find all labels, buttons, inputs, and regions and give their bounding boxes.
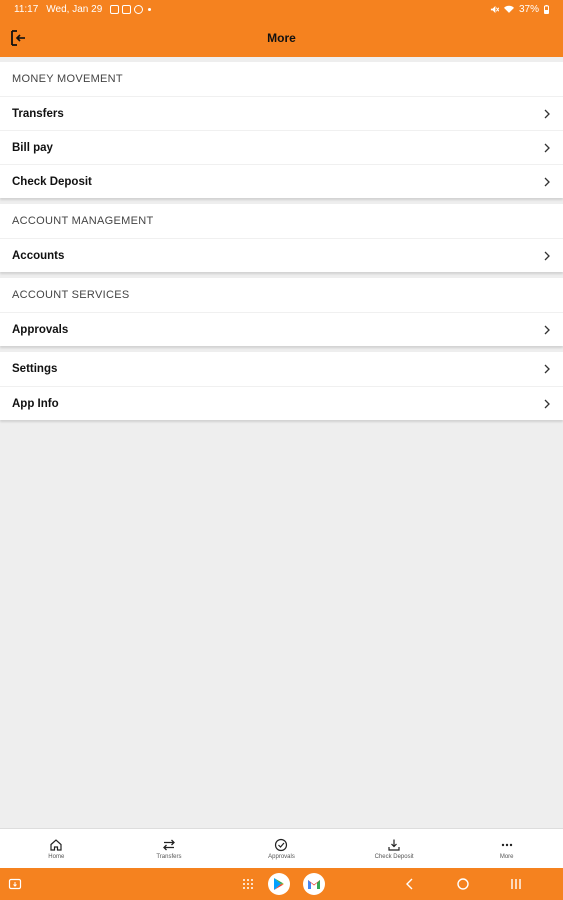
menu-item-settings[interactable]: Settings — [0, 352, 563, 386]
tab-more[interactable]: More — [450, 829, 563, 868]
tab-home[interactable]: Home — [0, 829, 113, 868]
tab-check-deposit[interactable]: Check Deposit — [338, 829, 451, 868]
section-general: Settings App Info — [0, 352, 563, 420]
menu-item-accounts[interactable]: Accounts — [0, 238, 563, 272]
mute-icon — [490, 5, 499, 14]
play-triangle-icon — [274, 878, 284, 890]
section-account-management: ACCOUNT MANAGEMENT Accounts — [0, 204, 563, 272]
chevron-right-icon — [544, 143, 550, 152]
transfer-icon — [162, 839, 175, 850]
notification-icons — [110, 5, 152, 14]
app-bar: More — [0, 19, 563, 57]
menu-item-label: Bill pay — [12, 141, 53, 154]
gmail-m-icon — [308, 880, 320, 889]
menu-item-bill-pay[interactable]: Bill pay — [0, 130, 563, 164]
tab-label: Transfers — [156, 853, 182, 860]
download-icon — [388, 839, 400, 851]
apps-grid-icon[interactable] — [241, 877, 255, 891]
gallery-icon — [110, 5, 120, 14]
home-icon — [50, 838, 62, 851]
section-money-movement: MONEY MOVEMENT Transfers Bill pay Check … — [0, 62, 563, 198]
menu-item-transfers[interactable]: Transfers — [0, 96, 563, 130]
section-account-services: ACCOUNT SERVICES Approvals — [0, 278, 563, 346]
tab-approvals[interactable]: Approvals — [225, 829, 338, 868]
menu-item-label: Transfers — [12, 107, 64, 120]
chevron-right-icon — [544, 109, 550, 118]
menu-item-label: Check Deposit — [12, 175, 92, 188]
more-icon — [501, 843, 512, 846]
check-circle-icon — [275, 838, 288, 851]
status-time: 11:17 — [14, 4, 39, 15]
menu-item-label: App Info — [12, 397, 59, 410]
dot-icon — [148, 8, 152, 11]
tab-label: More — [499, 853, 514, 860]
accessibility-icon[interactable] — [8, 877, 22, 891]
section-header: ACCOUNT SERVICES — [12, 289, 130, 301]
nav-back-icon[interactable] — [404, 877, 416, 891]
tab-label: Approvals — [268, 853, 295, 860]
tab-label: Check Deposit — [374, 853, 414, 860]
chevron-right-icon — [544, 177, 550, 186]
status-date: Wed, Jan 29 — [46, 4, 103, 15]
menu-item-app-info[interactable]: App Info — [0, 386, 563, 420]
nav-recents-icon[interactable] — [509, 877, 523, 891]
chevron-right-icon — [544, 251, 550, 260]
status-bar: 11:17 Wed, Jan 29 37% — [0, 0, 563, 19]
play-store-icon[interactable] — [268, 873, 290, 895]
check-icon — [134, 5, 144, 14]
logout-icon[interactable] — [10, 29, 28, 47]
section-header: ACCOUNT MANAGEMENT — [12, 215, 154, 227]
bottom-tab-bar: Home Transfers Approvals Check Deposit M… — [0, 828, 563, 868]
chevron-right-icon — [544, 399, 550, 408]
tab-transfers[interactable]: Transfers — [113, 829, 226, 868]
menu-item-approvals[interactable]: Approvals — [0, 312, 563, 346]
chevron-right-icon — [544, 364, 550, 374]
nav-home-icon[interactable] — [456, 877, 470, 891]
menu-list: MONEY MOVEMENT Transfers Bill pay Check … — [0, 62, 563, 426]
battery-percent: 37% — [518, 4, 539, 15]
wifi-icon — [503, 5, 514, 13]
section-header: MONEY MOVEMENT — [12, 73, 123, 85]
menu-item-label: Accounts — [12, 249, 65, 262]
battery-icon — [544, 5, 549, 14]
tab-label: Home — [48, 853, 65, 860]
message-icon — [122, 5, 132, 14]
gmail-icon[interactable] — [303, 873, 325, 895]
menu-item-label: Approvals — [12, 323, 69, 336]
chevron-right-icon — [544, 325, 550, 334]
menu-item-check-deposit[interactable]: Check Deposit — [0, 164, 563, 198]
system-nav-bar — [0, 868, 563, 900]
menu-item-label: Settings — [12, 363, 58, 375]
page-title: More — [267, 31, 296, 45]
